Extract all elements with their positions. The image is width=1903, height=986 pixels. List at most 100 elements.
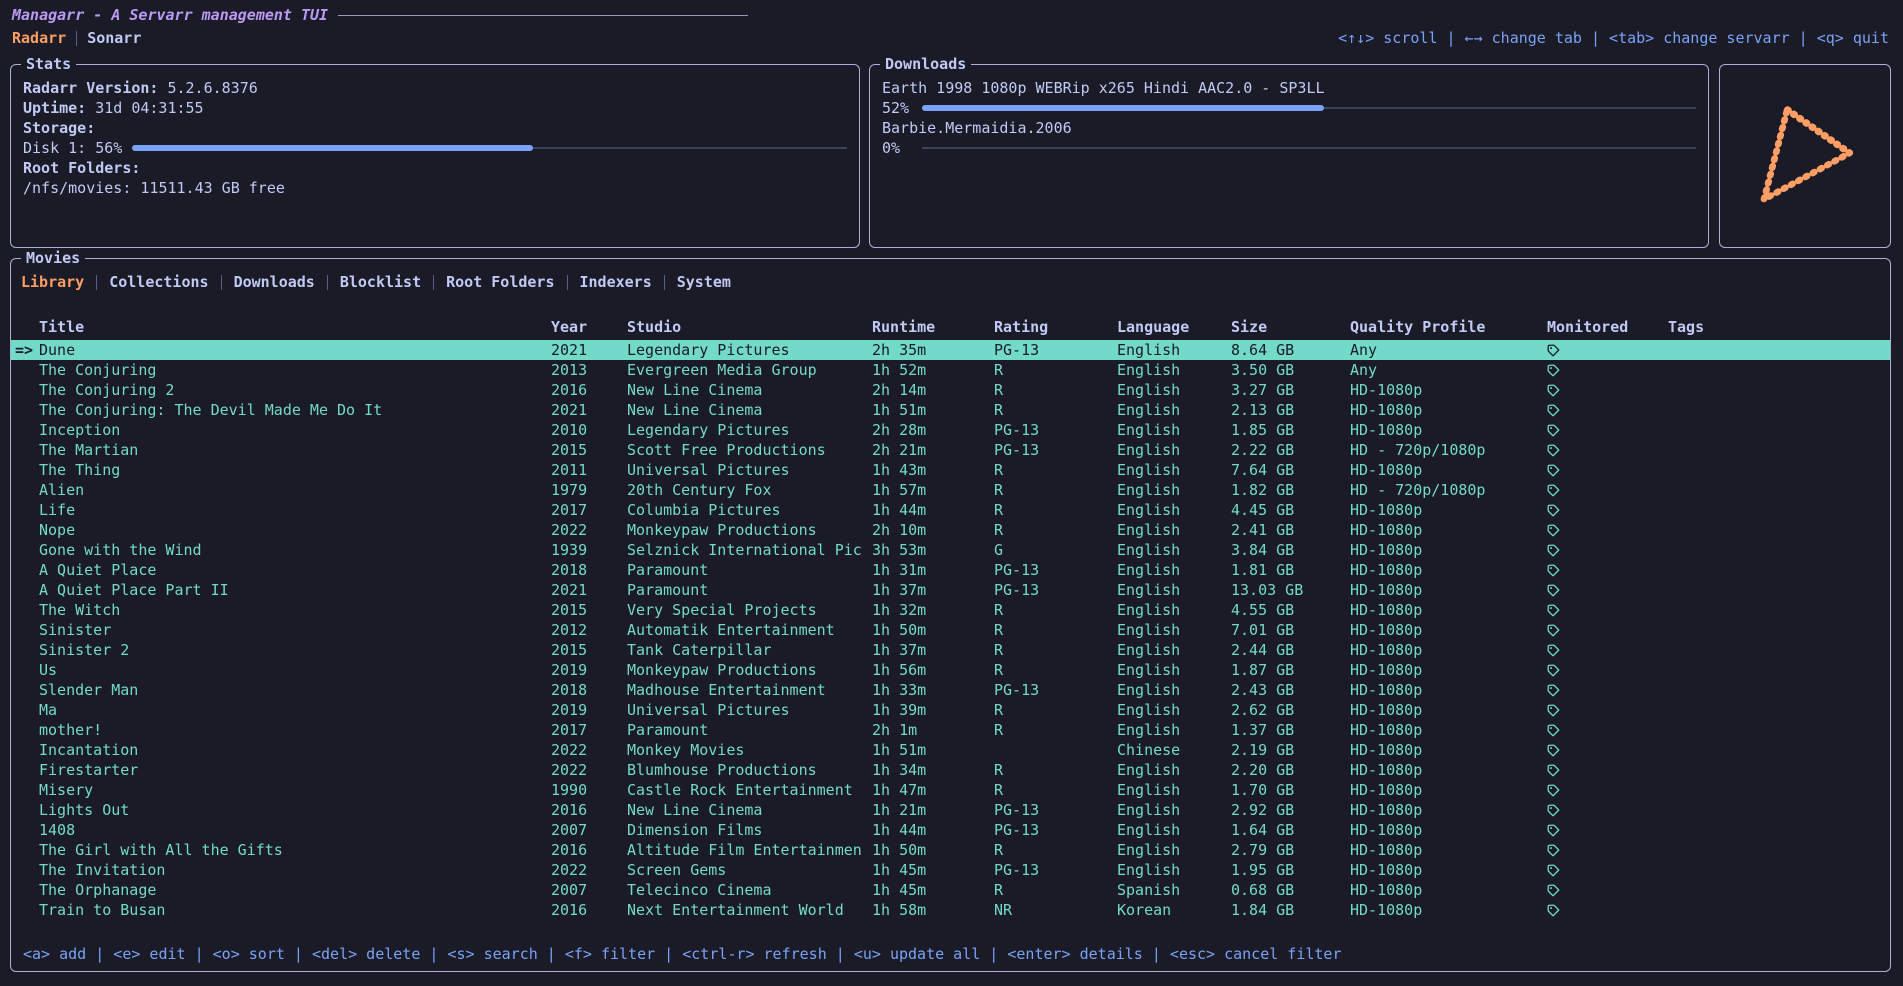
table-row[interactable]: The Conjuring: The Devil Made Me Do It 2…	[11, 400, 1890, 420]
table-row[interactable]: Slender Man 2018 Madhouse Entertainment …	[11, 680, 1890, 700]
table-row[interactable]: The Invitation 2022 Screen Gems 1h 45m P…	[11, 860, 1890, 880]
movie-quality-profile: HD-1080p	[1350, 640, 1547, 660]
movie-rating: R	[994, 640, 1117, 660]
row-selection-indicator	[11, 880, 39, 900]
row-selection-indicator	[11, 780, 39, 800]
monitored-cell	[1547, 580, 1668, 600]
movie-year: 2022	[551, 520, 627, 540]
movie-studio: Paramount	[627, 720, 872, 740]
keybinding-help-bottom: <a> add | <e> edit | <o> sort | <del> de…	[23, 945, 1342, 963]
table-row[interactable]: Firestarter 2022 Blumhouse Productions 1…	[11, 760, 1890, 780]
monitored-cell	[1547, 480, 1668, 500]
movie-size: 1.64 GB	[1231, 820, 1350, 840]
servarr-tab-radarr[interactable]: Radarr	[12, 29, 66, 47]
table-row[interactable]: Life 2017 Columbia Pictures 1h 44m R Eng…	[11, 500, 1890, 520]
table-row[interactable]: The Orphanage 2007 Telecinco Cinema 1h 4…	[11, 880, 1890, 900]
movie-studio: New Line Cinema	[627, 380, 872, 400]
table-row[interactable]: The Girl with All the Gifts 2016 Altitud…	[11, 840, 1890, 860]
movie-title: Train to Busan	[39, 900, 551, 920]
table-row[interactable]: The Witch 2015 Very Special Projects 1h …	[11, 600, 1890, 620]
row-selection-indicator	[11, 540, 39, 560]
movie-size: 4.55 GB	[1231, 600, 1350, 620]
movie-size: 2.62 GB	[1231, 700, 1350, 720]
movie-rating: PG-13	[994, 820, 1117, 840]
table-row[interactable]: A Quiet Place Part II 2021 Paramount 1h …	[11, 580, 1890, 600]
table-row[interactable]: Ma 2019 Universal Pictures 1h 39m R Engl…	[11, 700, 1890, 720]
movie-title: Gone with the Wind	[39, 540, 551, 560]
row-selection-indicator	[11, 620, 39, 640]
movie-rating: R	[994, 360, 1117, 380]
movie-quality-profile: HD-1080p	[1350, 380, 1547, 400]
movie-runtime: 1h 43m	[872, 460, 994, 480]
movie-language: English	[1117, 520, 1231, 540]
movie-title: A Quiet Place Part II	[39, 580, 551, 600]
movie-tags	[1668, 460, 1890, 480]
row-selection-indicator	[11, 860, 39, 880]
movie-rating: G	[994, 540, 1117, 560]
row-selection-indicator	[11, 800, 39, 820]
downloads-panel-title: Downloads	[880, 54, 971, 74]
movie-tags	[1668, 700, 1890, 720]
table-row[interactable]: Us 2019 Monkeypaw Productions 1h 56m R E…	[11, 660, 1890, 680]
tab-separator	[96, 275, 97, 290]
tab-collections[interactable]: Collections	[109, 273, 208, 291]
tab-indexers[interactable]: Indexers	[580, 273, 652, 291]
table-row[interactable]: The Conjuring 2013 Evergreen Media Group…	[11, 360, 1890, 380]
movie-size: 8.64 GB	[1231, 340, 1350, 360]
table-row[interactable]: Inception 2010 Legendary Pictures 2h 28m…	[11, 420, 1890, 440]
monitored-cell	[1547, 720, 1668, 740]
row-selection-indicator	[11, 360, 39, 380]
tab-system[interactable]: System	[677, 273, 731, 291]
movie-year: 2021	[551, 400, 627, 420]
table-row[interactable]: Sinister 2012 Automatik Entertainment 1h…	[11, 620, 1890, 640]
movie-runtime: 1h 34m	[872, 760, 994, 780]
monitored-cell	[1547, 400, 1668, 420]
movie-size: 7.01 GB	[1231, 620, 1350, 640]
movie-size: 2.20 GB	[1231, 760, 1350, 780]
movie-runtime: 1h 31m	[872, 560, 994, 580]
download-item[interactable]: Barbie.Mermaidia.2006 0%	[882, 118, 1696, 158]
movie-title: The Invitation	[39, 860, 551, 880]
table-row[interactable]: A Quiet Place 2018 Paramount 1h 31m PG-1…	[11, 560, 1890, 580]
table-row[interactable]: Train to Busan 2016 Next Entertainment W…	[11, 900, 1890, 920]
movie-runtime: 2h 21m	[872, 440, 994, 460]
tab-library[interactable]: Library	[21, 273, 84, 291]
tab-root-folders[interactable]: Root Folders	[446, 273, 554, 291]
monitored-cell	[1547, 860, 1668, 880]
movie-tags	[1668, 600, 1890, 620]
movie-year: 1979	[551, 480, 627, 500]
movie-year: 2016	[551, 380, 627, 400]
download-item[interactable]: Earth 1998 1080p WEBRip x265 Hindi AAC2.…	[882, 78, 1696, 118]
tab-blocklist[interactable]: Blocklist	[340, 273, 421, 291]
movie-language: English	[1117, 760, 1231, 780]
table-row[interactable]: Nope 2022 Monkeypaw Productions 2h 10m R…	[11, 520, 1890, 540]
movie-runtime: 1h 39m	[872, 700, 994, 720]
version-label: Radarr Version:	[23, 78, 158, 98]
table-row[interactable]: 1408 2007 Dimension Films 1h 44m PG-13 E…	[11, 820, 1890, 840]
movie-rating: PG-13	[994, 420, 1117, 440]
movie-size: 1.82 GB	[1231, 480, 1350, 500]
table-row[interactable]: => Dune 2021 Legendary Pictures 2h 35m P…	[11, 340, 1890, 360]
movie-year: 2022	[551, 860, 627, 880]
table-row[interactable]: mother! 2017 Paramount 2h 1m R English 1…	[11, 720, 1890, 740]
movie-tags	[1668, 860, 1890, 880]
movie-title: Lights Out	[39, 800, 551, 820]
table-row[interactable]: Alien 1979 20th Century Fox 1h 57m R Eng…	[11, 480, 1890, 500]
movie-tags	[1668, 440, 1890, 460]
row-selection-indicator	[11, 500, 39, 520]
table-row[interactable]: The Conjuring 2 2016 New Line Cinema 2h …	[11, 380, 1890, 400]
table-row[interactable]: The Martian 2015 Scott Free Productions …	[11, 440, 1890, 460]
table-row[interactable]: The Thing 2011 Universal Pictures 1h 43m…	[11, 460, 1890, 480]
movie-language: English	[1117, 480, 1231, 500]
table-row[interactable]: Gone with the Wind 1939 Selznick Interna…	[11, 540, 1890, 560]
table-row[interactable]: Incantation 2022 Monkey Movies 1h 51m Ch…	[11, 740, 1890, 760]
movie-rating: NR	[994, 900, 1117, 920]
table-row[interactable]: Lights Out 2016 New Line Cinema 1h 21m P…	[11, 800, 1890, 820]
table-row[interactable]: Misery 1990 Castle Rock Entertainment 1h…	[11, 780, 1890, 800]
movie-quality-profile: Any	[1350, 340, 1547, 360]
download-progress-line: 0%	[882, 138, 1696, 158]
tab-downloads[interactable]: Downloads	[234, 273, 315, 291]
movie-title: Sinister 2	[39, 640, 551, 660]
table-row[interactable]: Sinister 2 2015 Tank Caterpillar 1h 37m …	[11, 640, 1890, 660]
servarr-tab-sonarr[interactable]: Sonarr	[87, 29, 141, 47]
